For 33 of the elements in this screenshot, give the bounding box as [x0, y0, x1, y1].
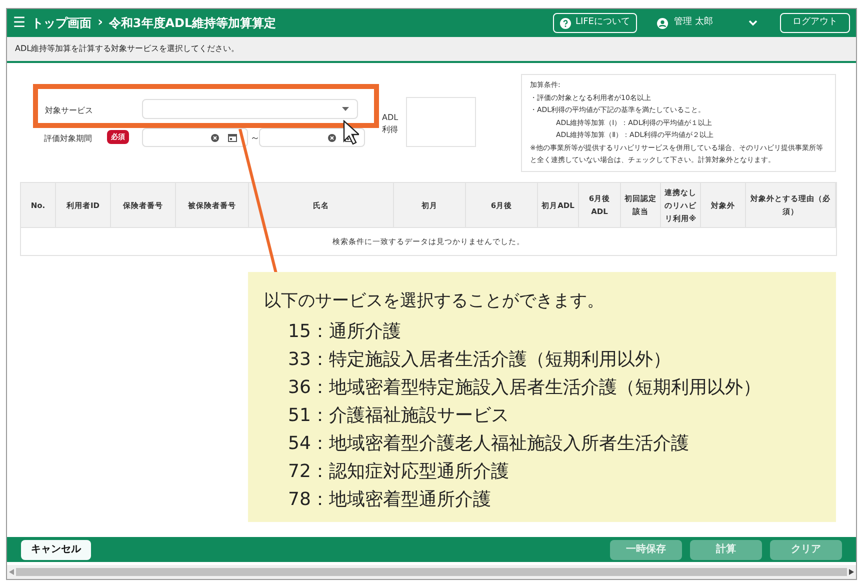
user-icon — [657, 18, 668, 28]
service-option: 54：地域密着型介護老人福祉施設入所者生活介護 — [264, 430, 836, 458]
service-option: 72：認知症対応型通所介護 — [264, 458, 836, 486]
service-label: 対象サービス — [45, 105, 93, 117]
cancel-button[interactable]: キャンセル — [21, 540, 91, 560]
instruction-text: ADL維持等加算を計算する対象サービスを選択してください。 — [15, 43, 240, 55]
service-option: 33：特定施設入居者生活介護（短期利用以外） — [264, 346, 836, 374]
logout-button[interactable]: ログアウト — [780, 13, 850, 33]
service-option: 15：通所介護 — [264, 318, 836, 346]
horizontal-scrollbar[interactable] — [7, 565, 856, 579]
service-option: 36：地域密着型特定施設入居者生活介護（短期利用以外） — [264, 374, 836, 402]
breadcrumb-link[interactable]: トップ画面 — [32, 14, 92, 32]
menu-icon[interactable]: ☰ — [13, 12, 26, 34]
range-separator: ～ — [250, 132, 260, 146]
page-title: 令和3年度ADL維持等加算算定 — [108, 15, 276, 32]
mouse-cursor-icon — [343, 120, 359, 146]
breadcrumb-separator: › — [98, 14, 103, 32]
calendar-icon[interactable] — [228, 133, 237, 142]
help-icon — [560, 18, 572, 28]
period-label: 評価対象期間 — [44, 133, 92, 145]
clear-icon[interactable] — [328, 134, 336, 142]
service-option: 78：地域密着型通所介護 — [264, 486, 836, 514]
about-button[interactable]: LIFEについて — [553, 13, 637, 33]
dropdown-caret-icon — [342, 107, 349, 111]
scroll-right-icon[interactable] — [849, 569, 854, 575]
clear-icon[interactable] — [211, 134, 219, 142]
service-option: 51：介護福祉施設サービス — [264, 402, 836, 430]
callout-intro: 以下のサービスを選択することができます。 — [264, 290, 605, 313]
chevron-down-icon[interactable] — [748, 19, 758, 27]
adl-gain-box — [406, 97, 476, 147]
date-field[interactable] — [142, 128, 248, 147]
adl-label: ADL利得 — [382, 112, 400, 136]
user-name: 管理 太郎 — [674, 16, 714, 30]
